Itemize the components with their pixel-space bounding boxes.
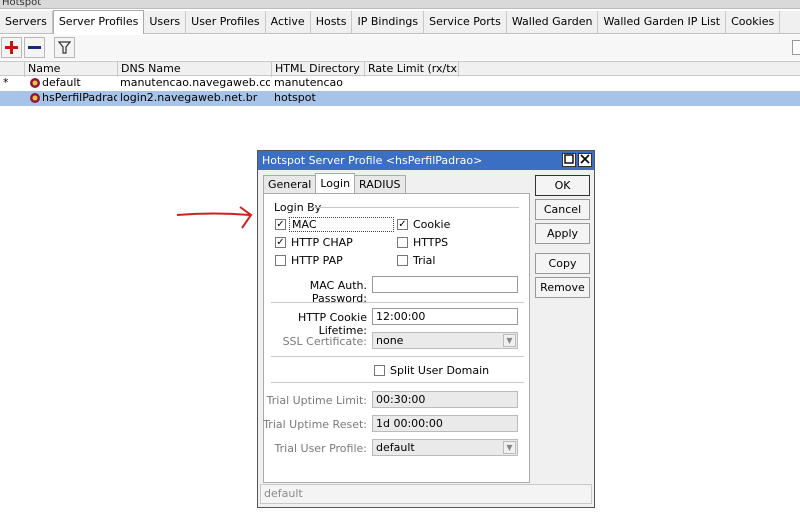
chevron-down-icon[interactable]: ▼ (503, 334, 516, 347)
separator (271, 302, 524, 303)
column-header-html-directory[interactable]: HTML Directory (271, 62, 365, 77)
maximize-button[interactable] (562, 153, 576, 167)
table-row-selected[interactable]: hsPerfilPadrao login2.navegaweb.net.br h… (0, 91, 800, 106)
cookie-checkbox[interactable]: ✓ (397, 219, 408, 230)
add-icon (5, 41, 18, 54)
remove-icon (28, 46, 41, 49)
remove-button[interactable]: Remove (535, 277, 590, 298)
row-rate-limit (367, 91, 457, 106)
default-marker: * (3, 76, 9, 89)
row-name: default (42, 76, 81, 89)
status-bar: default (260, 484, 592, 504)
maximize-icon (564, 154, 574, 164)
apply-button[interactable]: Apply (535, 223, 590, 244)
ssl-certificate-value: none (376, 334, 404, 347)
filter-icon (58, 41, 71, 54)
trial-uptime-limit-input[interactable]: 00:30:00 (372, 391, 518, 408)
column-header-dns-name[interactable]: DNS Name (117, 62, 272, 77)
tab-users[interactable]: Users (144, 11, 187, 33)
tab-walled-garden-ip-list[interactable]: Walled Garden IP List (598, 11, 727, 33)
remove-button[interactable] (24, 37, 45, 58)
hotspot-server-profile-dialog: Hotspot Server Profile <hsPerfilPadrao> … (257, 150, 595, 508)
close-icon (580, 154, 590, 164)
separator (271, 356, 524, 357)
tab-cookies[interactable]: Cookies (726, 11, 781, 33)
tab-server-profiles[interactable]: Server Profiles (52, 10, 145, 34)
row-html-directory: hotspot (274, 91, 316, 104)
tab-general[interactable]: General (263, 175, 317, 193)
add-button[interactable] (1, 37, 22, 58)
annotation-arrow-icon (176, 206, 253, 229)
column-header-name[interactable]: Name (24, 62, 118, 77)
tab-hosts[interactable]: Hosts (311, 11, 353, 33)
trial-uptime-limit-label: Trial Uptime Limit: (266, 394, 367, 407)
table-row[interactable]: * default manutencao.navegaweb.com manut… (0, 76, 800, 91)
trial-user-profile-label: Trial User Profile: (274, 442, 367, 455)
row-name: hsPerfilPadrao (42, 91, 117, 104)
row-html-directory: manutencao (274, 76, 343, 89)
toolbar (0, 35, 800, 60)
chevron-down-icon[interactable]: ▼ (503, 441, 516, 454)
toolbar-overflow-handle[interactable] (792, 40, 800, 55)
tab-login[interactable]: Login (315, 173, 356, 193)
trial-user-profile-value: default (376, 441, 415, 454)
tab-walled-garden[interactable]: Walled Garden (507, 11, 599, 33)
window-titlebar: Hotspot (0, 0, 800, 9)
tab-active[interactable]: Active (266, 11, 311, 33)
trial-checkbox[interactable] (397, 255, 408, 266)
tab-radius[interactable]: RADIUS (354, 175, 406, 193)
mac-checkbox[interactable]: ✓ (275, 219, 286, 230)
table-header: Name DNS Name HTML Directory Rate Limit … (0, 61, 800, 77)
dialog-title-text: Hotspot Server Profile <hsPerfilPadrao> (262, 154, 483, 167)
group-divider (312, 207, 519, 208)
row-dns-name: manutencao.navegaweb.com (120, 76, 270, 89)
trial-uptime-reset-label: Trial Uptime Reset: (263, 418, 367, 431)
login-panel: Login By ✓ MAC ✓ Cookie ✓ HTTP CHAP HTTP… (263, 193, 530, 483)
row-dns-name: login2.navegaweb.net.br (120, 91, 258, 104)
separator (271, 382, 524, 383)
dialog-tabs: General Login RADIUS (263, 173, 406, 193)
column-header-rate-limit[interactable]: Rate Limit (rx/tx) (364, 62, 459, 77)
profile-icon (29, 76, 41, 91)
split-user-domain-checkbox[interactable] (374, 365, 385, 376)
default-marker (3, 91, 13, 106)
http-chap-label: HTTP CHAP (291, 236, 353, 249)
trial-uptime-reset-input[interactable]: 1d 00:00:00 (372, 415, 518, 432)
trial-user-profile-select[interactable]: default ▼ (372, 439, 518, 456)
https-label: HTTPS (413, 236, 449, 249)
http-pap-checkbox[interactable] (275, 255, 286, 266)
ssl-certificate-select[interactable]: none ▼ (372, 332, 518, 349)
http-cookie-lifetime-label: HTTP Cookie Lifetime: (298, 311, 367, 337)
copy-button[interactable]: Copy (535, 253, 590, 274)
mac-auth-password-input[interactable] (372, 276, 518, 293)
http-pap-label: HTTP PAP (291, 254, 343, 267)
http-chap-checkbox[interactable]: ✓ (275, 237, 286, 248)
tab-user-profiles[interactable]: User Profiles (186, 11, 266, 33)
ssl-certificate-label: SSL Certificate: (282, 335, 367, 348)
cancel-button[interactable]: Cancel (535, 199, 590, 220)
mac-label: MAC (289, 217, 394, 232)
tab-ip-bindings[interactable]: IP Bindings (352, 11, 425, 33)
trial-label: Trial (413, 254, 436, 267)
profile-icon (29, 91, 41, 106)
cookie-label: Cookie (413, 218, 451, 231)
window-title: Hotspot (2, 0, 42, 8)
tab-service-ports[interactable]: Service Ports (424, 11, 507, 33)
ok-button[interactable]: OK (535, 175, 590, 196)
https-checkbox[interactable] (397, 237, 408, 248)
main-tabs: Servers Server Profiles Users User Profi… (0, 10, 800, 34)
split-user-domain-label: Split User Domain (390, 364, 490, 377)
profiles-table: Name DNS Name HTML Directory Rate Limit … (0, 61, 800, 106)
tab-servers[interactable]: Servers (0, 11, 53, 33)
filter-button[interactable] (54, 37, 75, 58)
dialog-title: Hotspot Server Profile <hsPerfilPadrao> (258, 151, 594, 170)
close-button[interactable] (578, 153, 592, 167)
row-rate-limit (367, 76, 457, 91)
http-cookie-lifetime-input[interactable]: 12:00:00 (372, 308, 518, 325)
